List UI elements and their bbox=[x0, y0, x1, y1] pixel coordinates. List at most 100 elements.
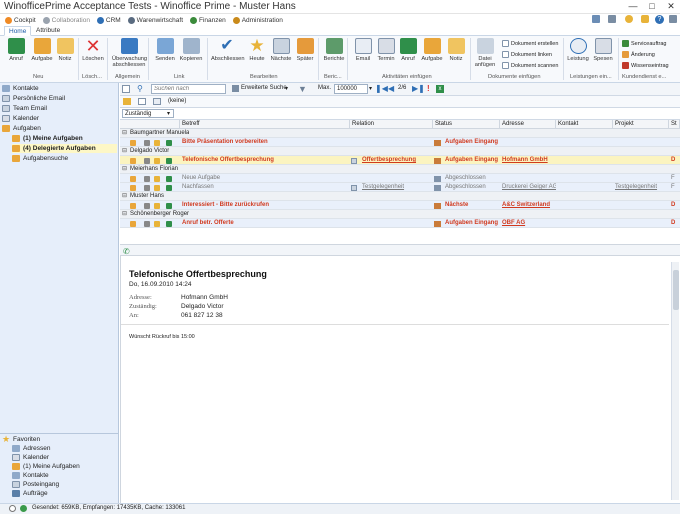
tab-attribute[interactable]: Attribute bbox=[32, 26, 64, 36]
table-row[interactable]: Bitte Präsentation vorbereiten Aufgaben E… bbox=[120, 138, 680, 147]
first-page-icon[interactable]: ❚◀ bbox=[375, 84, 388, 93]
cell-projekt[interactable] bbox=[613, 138, 669, 147]
fav-kalender[interactable]: Kalender bbox=[12, 453, 49, 462]
column-header-st[interactable]: St bbox=[669, 120, 680, 129]
nav-crm[interactable]: CRM bbox=[96, 14, 121, 26]
group-row[interactable]: ⊟ Meierhans Florian bbox=[120, 165, 680, 174]
filter-icon[interactable]: ▼ bbox=[298, 84, 307, 94]
collapse-icon[interactable]: ⊟ bbox=[120, 129, 127, 138]
maximize-icon[interactable]: □ bbox=[643, 0, 661, 12]
nav-persoenliche-email[interactable]: Persönliche Email bbox=[2, 94, 65, 103]
nav-collaboration[interactable]: Collaboration bbox=[42, 14, 90, 26]
column-header-projekt[interactable]: Projekt bbox=[613, 120, 669, 129]
chevron-down-icon[interactable]: ▾ bbox=[369, 85, 372, 92]
nav-cockpit[interactable]: Cockpit bbox=[5, 14, 36, 26]
layout-icon[interactable] bbox=[153, 98, 161, 105]
abschliessen-button[interactable]: ✔ Abschliessen bbox=[211, 37, 245, 73]
fav-auftraege[interactable]: Aufträge bbox=[12, 489, 48, 498]
table-row[interactable]: Nachfassen Testgelegenheit Abgeschlossen Dr… bbox=[120, 183, 680, 192]
group-row[interactable]: ⊟ Baumgartner Manuela bbox=[120, 129, 680, 138]
column-header-adresse[interactable]: Adresse bbox=[500, 120, 556, 129]
fav-adressen[interactable]: Adressen bbox=[12, 444, 50, 453]
datei-anfuegen-button[interactable]: Datei anfügen bbox=[470, 37, 500, 73]
excel-export-icon[interactable]: x bbox=[436, 85, 444, 93]
cell-relation[interactable] bbox=[360, 174, 433, 183]
view-icon[interactable] bbox=[138, 98, 146, 105]
cell-adresse[interactable] bbox=[500, 138, 556, 147]
table-row[interactable]: Neue Aufgabe Abgeschlossen F bbox=[120, 174, 680, 183]
table-row[interactable]: Anruf betr. Offerte Aufgaben Eingang OBF A… bbox=[120, 219, 680, 228]
loeschen-button[interactable]: ✕ Löschen bbox=[78, 37, 108, 73]
column-header-relation[interactable]: Relation bbox=[350, 120, 433, 129]
group-row[interactable]: ⊟ Schönenberger Roger bbox=[120, 210, 680, 219]
folder-icon[interactable] bbox=[123, 98, 131, 105]
column-header-icons[interactable] bbox=[120, 120, 180, 129]
nav-kontakte[interactable]: Kontakte bbox=[2, 84, 39, 93]
cell-projekt[interactable] bbox=[613, 219, 669, 228]
collapse-icon[interactable]: ⊟ bbox=[120, 165, 127, 174]
column-header-betreff[interactable]: Betreff bbox=[180, 120, 350, 129]
close-icon[interactable]: ✕ bbox=[662, 0, 680, 12]
collapse-icon[interactable]: ⊟ bbox=[120, 147, 127, 156]
dokument-erstellen-button[interactable]: Dokument erstellen bbox=[502, 39, 558, 48]
nav-aufgabensuche[interactable]: Aufgabensuche bbox=[12, 154, 68, 163]
fav-posteingang[interactable]: Posteingang bbox=[12, 480, 59, 489]
settings-icon[interactable] bbox=[592, 15, 600, 23]
new-icon[interactable] bbox=[122, 85, 130, 93]
cell-projekt[interactable] bbox=[613, 174, 669, 183]
cell-adresse[interactable] bbox=[500, 174, 556, 183]
fav-kontakte[interactable]: Kontakte bbox=[12, 471, 49, 480]
nav-meine-aufgaben[interactable]: (1) Meine Aufgaben bbox=[12, 134, 83, 143]
prev-page-icon[interactable]: ◀ bbox=[388, 84, 394, 93]
minimize-icon[interactable]: — bbox=[624, 0, 642, 12]
berichte-button[interactable]: Berichte bbox=[319, 37, 349, 73]
cell-relation[interactable] bbox=[360, 138, 433, 147]
nav-warenwirtschaft[interactable]: Warenwirtschaft bbox=[127, 14, 183, 26]
tools-icon[interactable] bbox=[608, 15, 616, 23]
cell-relation[interactable]: Testgelegenheit bbox=[360, 183, 433, 192]
cell-adresse[interactable]: A&C Switzerland bbox=[500, 201, 556, 210]
next-page-icon[interactable]: ▶❚ bbox=[412, 84, 425, 93]
cell-projekt[interactable] bbox=[613, 201, 669, 210]
cell-projekt[interactable]: Testgelegenheit bbox=[613, 183, 669, 192]
cell-relation[interactable] bbox=[360, 219, 433, 228]
phone-icon[interactable]: ✆ bbox=[123, 247, 130, 256]
advanced-search-button[interactable]: Erweiterte Suche bbox=[241, 85, 287, 91]
serviceauftrag-button[interactable]: Serviceauftrag bbox=[622, 39, 666, 48]
table-row[interactable]: Telefonische Offertbesprechung Offertbesp… bbox=[120, 156, 680, 165]
chevron-down-icon[interactable]: ▾ bbox=[167, 110, 170, 117]
kopieren-button[interactable]: Kopieren bbox=[176, 37, 206, 73]
filter-value[interactable]: (keine) bbox=[168, 98, 186, 104]
dokument-scannen-button[interactable]: Dokument scannen bbox=[502, 61, 558, 70]
search-input[interactable] bbox=[151, 84, 226, 94]
column-header-status[interactable]: Status bbox=[433, 120, 500, 129]
nav-aufgaben[interactable]: Aufgaben bbox=[2, 124, 41, 133]
table-row[interactable]: Interessiert - Bitte zurückrufen Nächste A… bbox=[120, 201, 680, 210]
max-input[interactable]: 100000 bbox=[334, 84, 368, 94]
group-row[interactable]: ⊟ Delgado Victor bbox=[120, 147, 680, 156]
spaeter-button[interactable]: Später bbox=[290, 37, 320, 73]
user-icon[interactable] bbox=[641, 15, 649, 23]
options-icon[interactable] bbox=[669, 15, 677, 23]
help-icon[interactable]: ? bbox=[655, 15, 664, 24]
spesen-button[interactable]: Spesen bbox=[588, 37, 618, 73]
preview-scrollbar[interactable] bbox=[671, 262, 679, 500]
cell-relation[interactable]: Offertbesprechung bbox=[360, 156, 433, 165]
collapse-icon[interactable]: ⊟ bbox=[120, 192, 127, 201]
chevron-down-icon[interactable]: ▾ bbox=[285, 85, 288, 92]
stop-icon[interactable]: ! bbox=[427, 84, 430, 93]
nav-finanzen[interactable]: Finanzen bbox=[189, 14, 226, 26]
fav-meine-aufgaben[interactable]: (1) Meine Aufgaben bbox=[12, 462, 80, 471]
cell-adresse[interactable]: Druckerei Geiger AG bbox=[500, 183, 556, 192]
cell-projekt[interactable] bbox=[613, 156, 669, 165]
collapse-icon[interactable]: ⊟ bbox=[120, 210, 127, 219]
ueberwachung-button[interactable]: Überwachung abschliessen bbox=[112, 37, 147, 73]
notiz-button[interactable]: Notiz bbox=[50, 37, 80, 73]
tab-home[interactable]: Home bbox=[4, 26, 32, 36]
cell-adresse[interactable]: Hofmann GmbH bbox=[500, 156, 556, 165]
nav-kalender[interactable]: Kalender bbox=[2, 114, 39, 123]
wissenseintrag-button[interactable]: Wissenseintrag bbox=[622, 61, 669, 70]
notiz2-button[interactable]: Notiz bbox=[441, 37, 471, 73]
notification-icon[interactable] bbox=[625, 15, 633, 23]
scrollbar-thumb[interactable] bbox=[673, 270, 679, 310]
